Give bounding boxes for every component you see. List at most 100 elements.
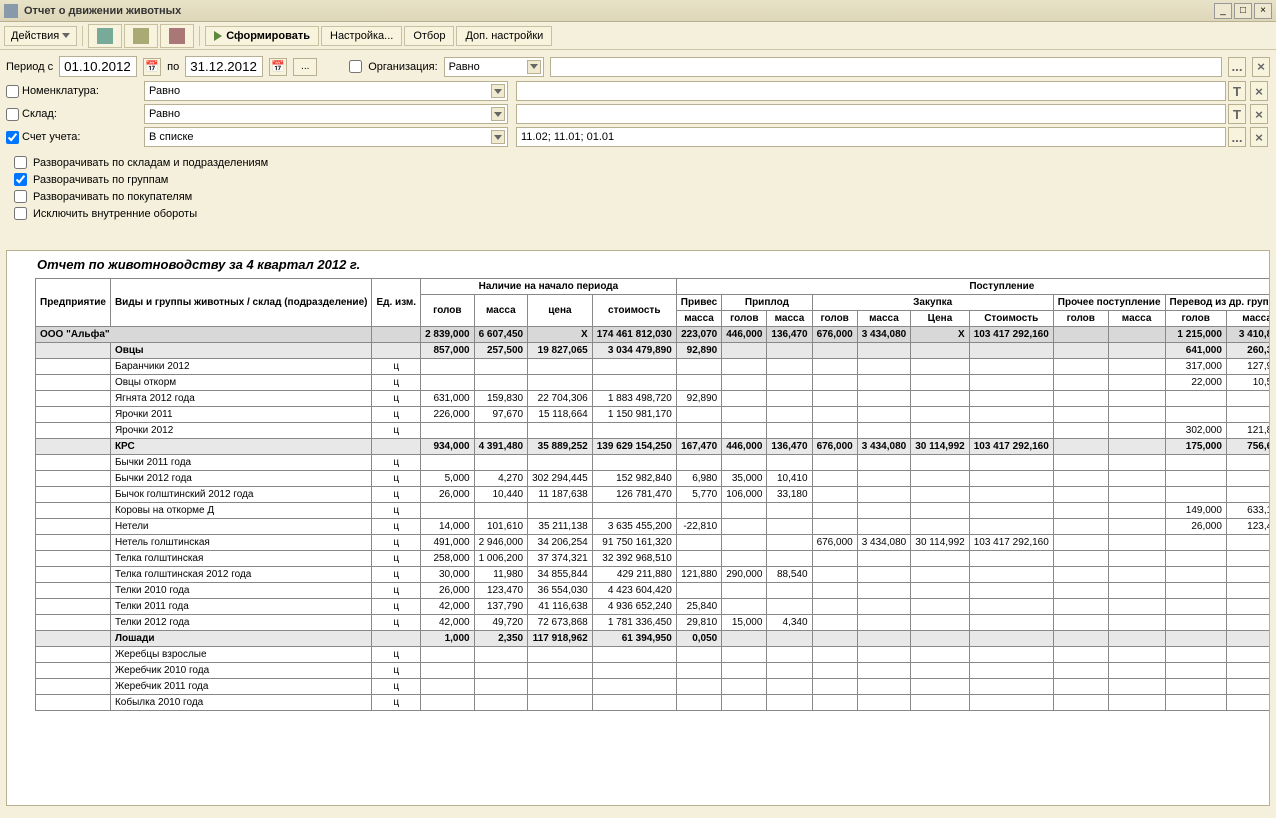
- sklad-checkbox[interactable]: [6, 108, 19, 121]
- nomenclature-row: Номенклатура: Равно T ×: [6, 81, 1270, 101]
- th-zm[interactable]: масса: [857, 311, 911, 327]
- th-ppg[interactable]: голов: [722, 311, 767, 327]
- table-row[interactable]: Бычки 2012 годац5,0004,270302 294,445152…: [36, 471, 1271, 487]
- th-perevod[interactable]: Перевод из др. группы: [1165, 295, 1270, 311]
- table-row[interactable]: Телки 2011 годац42,000137,79041 116,6384…: [36, 599, 1271, 615]
- table-row[interactable]: Баранчики 2012ц317,000127,940: [36, 359, 1271, 375]
- table-row[interactable]: Жеребчик 2011 годац: [36, 679, 1271, 695]
- org-checkbox[interactable]: [349, 60, 362, 73]
- warehouse-row: Склад: Равно T ×: [6, 104, 1270, 124]
- table-row[interactable]: Лошади1,0002,350117 918,96261 394,9500,0…: [36, 631, 1271, 647]
- date-from-input[interactable]: [59, 56, 137, 77]
- filter-button[interactable]: Отбор: [404, 26, 454, 46]
- th-ppm[interactable]: масса: [767, 311, 812, 327]
- date-to-input[interactable]: [185, 56, 263, 77]
- th-golov[interactable]: голов: [421, 295, 475, 327]
- th-stoi[interactable]: стоимость: [592, 295, 676, 327]
- period-picker-button[interactable]: ...: [293, 58, 317, 76]
- th-pm[interactable]: масса: [676, 311, 721, 327]
- report-area[interactable]: Отчет по животноводству за 4 квартал 201…: [6, 250, 1270, 806]
- th-group[interactable]: Виды и группы животных / склад (подразде…: [110, 279, 372, 327]
- org-cond-combo[interactable]: Равно: [444, 57, 544, 77]
- table-row[interactable]: Телка голштинскаяц258,0001 006,20037 374…: [36, 551, 1271, 567]
- table-row[interactable]: Коровы на откорме Дц149,000633,130: [36, 503, 1271, 519]
- table-row[interactable]: Овцы857,000257,50019 827,0653 034 479,89…: [36, 343, 1271, 359]
- table-row[interactable]: Телка голштинская 2012 годац30,00011,980…: [36, 567, 1271, 583]
- table-row[interactable]: ООО "Альфа"2 839,0006 607,450X174 461 81…: [36, 327, 1271, 343]
- minimize-button[interactable]: _: [1214, 3, 1232, 19]
- th-prm[interactable]: масса: [1108, 311, 1165, 327]
- table-row[interactable]: Бычки 2011 годац: [36, 455, 1271, 471]
- nom-checkbox[interactable]: [6, 85, 19, 98]
- nom-t-button[interactable]: T: [1228, 81, 1246, 101]
- tool-btn-2[interactable]: [124, 24, 158, 48]
- expand-buyers-checkbox[interactable]: [14, 190, 27, 203]
- chevron-down-icon: [62, 33, 70, 38]
- th-massa[interactable]: масса: [474, 295, 528, 327]
- expand-warehouses-checkbox[interactable]: [14, 156, 27, 169]
- th-priplod[interactable]: Приплод: [722, 295, 812, 311]
- th-pvm[interactable]: масса: [1226, 311, 1270, 327]
- table-row[interactable]: Телки 2010 годац26,000123,47036 554,0304…: [36, 583, 1271, 599]
- th-prives[interactable]: Привес: [676, 295, 721, 311]
- nom-cond-combo[interactable]: Равно: [144, 81, 508, 101]
- schet-dots-button[interactable]: ...: [1228, 127, 1246, 147]
- th-zs[interactable]: Стоимость: [969, 311, 1053, 327]
- sklad-cond-combo[interactable]: Равно: [144, 104, 508, 124]
- table-row[interactable]: Ярочки 2011ц226,00097,67015 118,6641 150…: [36, 407, 1271, 423]
- table-row[interactable]: Нетелиц14,000101,61035 211,1383 635 455,…: [36, 519, 1271, 535]
- expand-buyers-label: Разворачивать по покупателям: [33, 191, 192, 203]
- separator: [82, 26, 83, 46]
- th-prg[interactable]: голов: [1053, 311, 1108, 327]
- form-button[interactable]: Сформировать: [205, 26, 319, 46]
- th-zg[interactable]: голов: [812, 311, 857, 327]
- actions-menu[interactable]: Действия: [4, 26, 77, 46]
- th-zakup[interactable]: Закупка: [812, 295, 1053, 311]
- calendar-to-button[interactable]: 📅: [269, 58, 287, 76]
- th-cena[interactable]: цена: [528, 295, 593, 327]
- table-row[interactable]: Нетель голштинскаяц491,0002 946,00034 20…: [36, 535, 1271, 551]
- schet-clear-button[interactable]: ×: [1250, 127, 1268, 147]
- table-row[interactable]: Ягнята 2012 годац631,000159,83022 704,30…: [36, 391, 1271, 407]
- sklad-value-combo[interactable]: [516, 104, 1226, 124]
- th-pvg[interactable]: голов: [1165, 311, 1226, 327]
- th-enterprise[interactable]: Предприятие: [36, 279, 111, 327]
- th-begin[interactable]: Наличие на начало периода: [421, 279, 677, 295]
- titlebar: Отчет о движении животных _ □ ×: [0, 0, 1276, 22]
- schet-cond-combo[interactable]: В списке: [144, 127, 508, 147]
- expand-groups-checkbox[interactable]: [14, 173, 27, 186]
- th-zc[interactable]: Цена: [911, 311, 970, 327]
- sklad-clear-button[interactable]: ×: [1250, 104, 1268, 124]
- th-prochee[interactable]: Прочее поступление: [1053, 295, 1165, 311]
- actions-label: Действия: [11, 30, 59, 42]
- calendar-from-button[interactable]: 📅: [143, 58, 161, 76]
- table-row[interactable]: КРС934,0004 391,48035 889,252139 629 154…: [36, 439, 1271, 455]
- schet-checkbox[interactable]: [6, 131, 19, 144]
- maximize-button[interactable]: □: [1234, 3, 1252, 19]
- org-dots-button[interactable]: ...: [1228, 57, 1246, 77]
- nom-value-combo[interactable]: [516, 81, 1226, 101]
- schet-cond-value: В списке: [149, 131, 194, 143]
- table-row[interactable]: Жеребцы взрослыец: [36, 647, 1271, 663]
- th-income[interactable]: Поступление: [676, 279, 1270, 295]
- table-row[interactable]: Телки 2012 годац42,00049,72072 673,8681 …: [36, 615, 1271, 631]
- refresh-icon: [169, 28, 185, 44]
- close-button[interactable]: ×: [1254, 3, 1272, 19]
- settings-button[interactable]: Настройка...: [321, 26, 402, 46]
- th-unit[interactable]: Ед. изм.: [372, 279, 421, 327]
- tool-btn-1[interactable]: [88, 24, 122, 48]
- org-value-combo[interactable]: [550, 57, 1222, 77]
- table-row[interactable]: Ярочки 2012ц302,000121,880: [36, 423, 1271, 439]
- org-clear-button[interactable]: ×: [1252, 57, 1270, 77]
- nom-clear-button[interactable]: ×: [1250, 81, 1268, 101]
- tool-btn-3[interactable]: [160, 24, 194, 48]
- table-row[interactable]: Кобылка 2010 годац: [36, 695, 1271, 711]
- play-icon: [214, 31, 222, 41]
- table-row[interactable]: Овцы откормц22,00010,52012,000: [36, 375, 1271, 391]
- sklad-t-button[interactable]: T: [1228, 104, 1246, 124]
- table-row[interactable]: Жеребчик 2010 годац: [36, 663, 1271, 679]
- exclude-internal-checkbox[interactable]: [14, 207, 27, 220]
- advanced-button[interactable]: Доп. настройки: [456, 26, 552, 46]
- schet-value-combo[interactable]: 11.02; 11.01; 01.01: [516, 127, 1226, 147]
- table-row[interactable]: Бычок голштинский 2012 годац26,00010,440…: [36, 487, 1271, 503]
